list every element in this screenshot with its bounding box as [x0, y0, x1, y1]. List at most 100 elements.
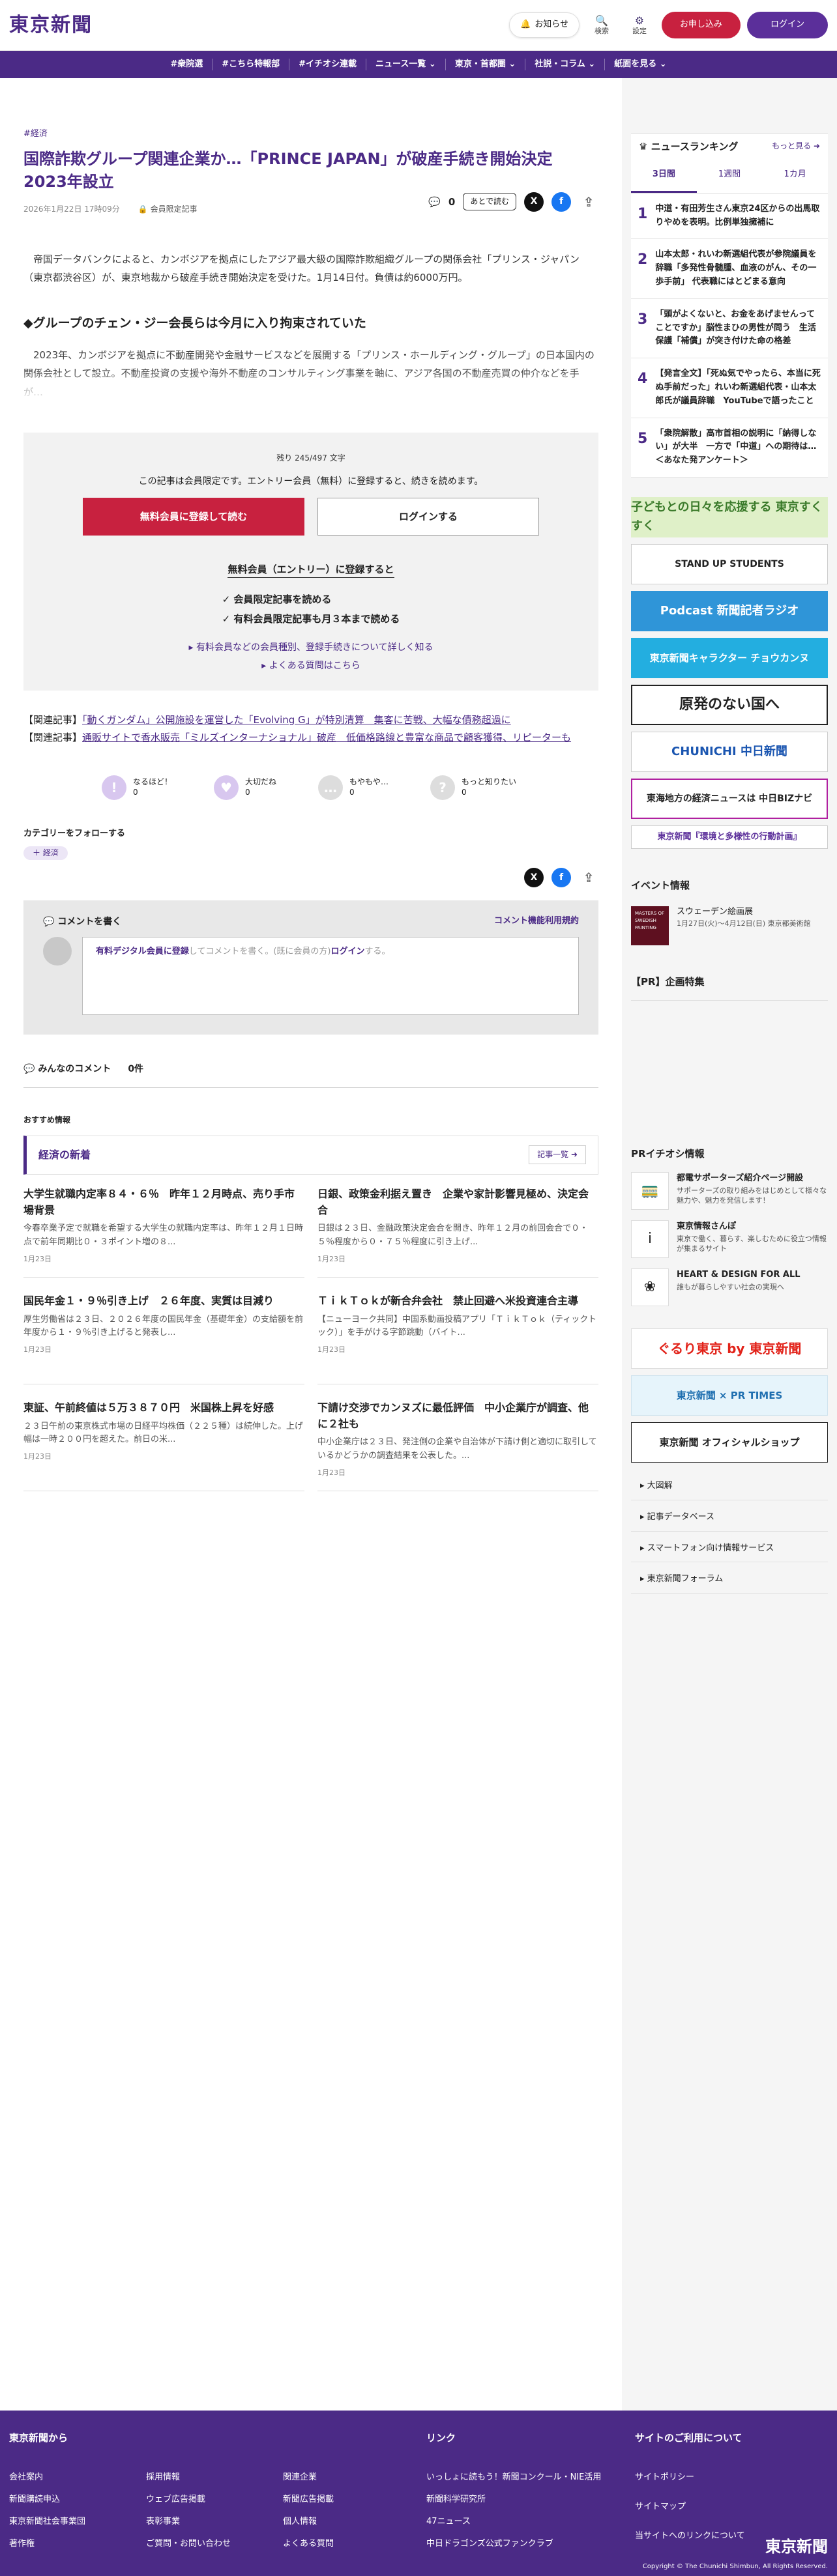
footer-link[interactable]: 関連企業: [283, 2468, 400, 2487]
news-card[interactable]: 下請け交渉でカンヌズに最低評価 中小企業庁が調査、他に２社も 中小企業庁は２３日、…: [317, 1400, 598, 1491]
banner-chokanu[interactable]: 東京新聞キャラクター チョウカンヌ: [631, 637, 828, 678]
ranking-item[interactable]: 1 中道・有田芳生さん東京24区からの出馬取りやめを表明。比例単独擁補に: [631, 193, 828, 240]
footer-link[interactable]: 中日ドラゴンズ公式ファンクラブ: [426, 2534, 622, 2554]
comment-login-link[interactable]: ログイン: [331, 947, 365, 956]
x-share-icon[interactable]: X: [524, 867, 544, 887]
footer-link[interactable]: サイトポリシー: [635, 2468, 817, 2495]
side-link[interactable]: ▸ 大図解: [631, 1473, 828, 1500]
news-card[interactable]: 国民年金１・９％引き上げ ２６年度、実質は目減り 厚生労働省は２３日、２０２６年度…: [23, 1293, 304, 1384]
news-card[interactable]: ＴｉｋＴｏｋが新合弁会社 禁止回避へ米投資連合主導 【ニューヨーク共同】中国系動画…: [317, 1293, 598, 1384]
footer-link[interactable]: いっしょに読もう！新聞コンクール・NIE活用: [426, 2468, 622, 2487]
footer-link[interactable]: ウェブ広告掲載: [146, 2490, 263, 2510]
footer-link[interactable]: 表彰事業: [146, 2512, 263, 2532]
settings-button[interactable]: ⚙ 設定: [624, 14, 655, 35]
tab-3days[interactable]: 3日間: [631, 159, 697, 193]
apply-button[interactable]: お申し込み: [661, 12, 741, 38]
footer-link[interactable]: 新聞広告掲載: [283, 2490, 400, 2510]
tab-1month[interactable]: 1カ月: [762, 159, 828, 193]
bell-icon: 🔔: [520, 20, 531, 30]
nav-item-news-list[interactable]: ニュース一覧 ⌄: [366, 59, 446, 70]
banner-pr-times[interactable]: 東京新聞 × PR TIMES: [631, 1375, 828, 1416]
ranking-item[interactable]: 5 「衆院解散」高市首相の説明に「納得しない」が大半 一方で「中道」への期待は…＜…: [631, 418, 828, 478]
banner-podcast[interactable]: Podcast 新聞記者ラジオ: [631, 590, 828, 631]
footer-logo[interactable]: 東京新聞: [765, 2534, 828, 2559]
banner-official-shop[interactable]: 東京新聞 オフィシャルショップ: [631, 1422, 828, 1463]
nav-item-paper[interactable]: 紙面を見る ⌄: [605, 59, 675, 70]
notification-button[interactable]: 🔔 お知らせ: [509, 12, 580, 38]
news-date: 1月23日: [317, 1468, 345, 1477]
ranking-item-title: 「頭がよくないと、お金をあげませんってことですか」脳性まひの男性が問う 生活保護…: [655, 309, 816, 347]
pr-item[interactable]: 🚃 都電サポーターズ紹介ページ開設 サポーターズの取り組みをはじめとして様々な魅力や…: [631, 1171, 828, 1210]
pr-item[interactable]: ❀ HEART & DESIGN FOR ALL 誰もが暮らしやすい社会の実現へ: [631, 1268, 828, 1306]
related-articles: 【関連記事】「動くガンダム」公開施設を運営した「Evolving G」が特別清算…: [23, 711, 598, 747]
ranking-item[interactable]: 3 「頭がよくないと、お金をあげませんってことですか」脳性まひの男性が問う 生活保…: [631, 298, 828, 359]
banner-diversity[interactable]: 東京新聞『環境と多様性の行動計画』: [631, 825, 828, 849]
comment-rules-link[interactable]: コメント機能利用規約: [494, 915, 579, 929]
side-link[interactable]: ▸ 東京新聞フォーラム: [631, 1566, 828, 1594]
side-link[interactable]: ▸ 記事データベース: [631, 1504, 828, 1532]
banner-stand-up-students[interactable]: STAND UP STUDENTS: [631, 543, 828, 584]
news-card[interactable]: 東証、午前終値は５万３８７０円 米国株上昇を好感 ２３日午前の東京株式市場の日経平…: [23, 1400, 304, 1491]
footer-link[interactable]: 新聞科学研究所: [426, 2490, 622, 2510]
read-later-button[interactable]: あとで読む: [463, 192, 516, 211]
site-logo[interactable]: 東京新聞: [9, 10, 93, 41]
news-title: 下請け交渉でカンヌズに最低評価 中小企業庁が調査、他に２社も: [317, 1401, 589, 1430]
footer-link[interactable]: 新聞購読申込: [9, 2490, 126, 2510]
x-share-icon[interactable]: X: [524, 192, 544, 212]
category-tag[interactable]: #経済: [23, 129, 48, 139]
follow-category-chip[interactable]: ＋ 経済: [23, 846, 68, 860]
footer-link[interactable]: 47ニュース: [426, 2512, 622, 2532]
pr-item[interactable]: i 東京情報さんぽ 東京で働く、暮らす、楽しむために役立つ情報が集まるサイト: [631, 1220, 828, 1258]
reaction-shiritai[interactable]: ? もっと知りたい 0: [430, 775, 516, 800]
share-icon[interactable]: ⇪: [579, 192, 598, 212]
footer-link[interactable]: よくある質問: [283, 2534, 400, 2554]
facebook-share-icon[interactable]: f: [551, 192, 571, 212]
ranking-item[interactable]: 2 山本太郎・れいわ新選組代表が参院議員を辞職「多発性骨髄腫、血液のがん、その一歩…: [631, 239, 828, 299]
comment-textarea[interactable]: 有料デジタル会員に登録してコメントを書く。(既に会員の方)ログインする。: [82, 937, 579, 1016]
banner-gururi-tokyo[interactable]: ぐるり東京 by 東京新聞: [631, 1328, 828, 1369]
footer-link[interactable]: 採用情報: [146, 2468, 263, 2487]
footer-link[interactable]: 会社案内: [9, 2468, 126, 2487]
footer-link[interactable]: 著作権: [9, 2534, 126, 2554]
nav-item-series[interactable]: #イチオシ連載: [289, 59, 367, 70]
reaction-taisetsu[interactable]: ♥ 大切だね 0: [214, 775, 276, 800]
membership-info-link[interactable]: ▸ 有料会員などの会員種別、登録手続きについて詳しく知る: [23, 640, 598, 655]
login-button[interactable]: ログイン: [746, 12, 828, 38]
reaction-moyamoya[interactable]: … もやもや… 0: [318, 775, 389, 800]
paywall-login-button[interactable]: ログインする: [317, 498, 539, 536]
faq-link[interactable]: ▸ よくある質問はこちら: [23, 659, 598, 673]
footer-link[interactable]: 東京新聞社会事業団: [9, 2512, 126, 2532]
related-article-link[interactable]: 「動くガンダム」公開施設を運営した「Evolving G」が特別清算 集客に苦戦…: [82, 714, 511, 726]
banner-chunichi[interactable]: CHUNICHI 中日新聞: [631, 731, 828, 772]
footer-link[interactable]: 個人情報: [283, 2512, 400, 2532]
footer-link[interactable]: ご質問・お問い合わせ: [146, 2534, 263, 2554]
ranking-more-link[interactable]: もっと見る ➜: [772, 140, 820, 152]
footer-col-tokyo: 東京新聞から: [9, 2430, 426, 2446]
article-list-link[interactable]: 記事一覧 ➜: [529, 1145, 586, 1165]
follow-heading: カテゴリーをフォローする: [23, 828, 126, 838]
news-card[interactable]: 大学生就職内定率８４・６％ 昨年１２月時点、売り手市場背景 今春卒業予定で就職を希…: [23, 1186, 304, 1278]
nav-item-editorial[interactable]: 社説・コラム ⌄: [525, 59, 606, 70]
facebook-share-icon[interactable]: f: [551, 867, 571, 887]
side-link[interactable]: ▸ スマートフォン向け情報サービス: [631, 1536, 828, 1563]
share-icon[interactable]: ⇪: [579, 868, 598, 887]
banner-no-nuclear[interactable]: 原発のない国へ: [631, 684, 828, 725]
event-item[interactable]: MASTERS OF SWEDISH PAINTING スウェーデン絵画展 1月2…: [631, 906, 828, 945]
nav-item-tokuho[interactable]: #こちら特報部: [213, 59, 290, 70]
banner-sukusuku[interactable]: 子どもとの日々を応援する 東京すくすく: [631, 496, 828, 537]
footer-link[interactable]: サイトマップ: [635, 2497, 817, 2524]
news-card[interactable]: 日銀、政策金利据え置き 企業や家計影響見極め、決定会合 日銀は２３日、金融政策決定…: [317, 1186, 598, 1278]
section-header-economy: 経済の新着 記事一覧 ➜: [23, 1135, 598, 1175]
related-article-link[interactable]: 通販サイトで香水販売「ミルズインターナショナル」破産 低価格路線と豊富な商品で顧…: [82, 732, 571, 743]
nav-item-tokyo[interactable]: 東京・首都圏 ⌄: [446, 59, 526, 70]
reaction-naruhodo[interactable]: ! なるほど！ 0: [102, 775, 172, 800]
ranking-item[interactable]: 4 【発言全文】「死ぬ気でやったら、本当に死ぬ手前だった」れいわ新選組代表・山本太…: [631, 358, 828, 418]
tab-1week[interactable]: 1週間: [697, 159, 763, 193]
chevron-right-icon: ▸: [640, 1480, 647, 1491]
nav-item-election[interactable]: #衆院選: [161, 59, 213, 70]
register-free-button[interactable]: 無料会員に登録して読む: [83, 498, 304, 536]
banner-biz-navi[interactable]: 東海地方の経済ニュースは 中日BIZナビ: [631, 778, 828, 819]
register-link[interactable]: 有料デジタル会員に登録: [96, 947, 189, 956]
search-button[interactable]: 🔍 検索: [586, 14, 617, 35]
events-heading: イベント情報: [631, 879, 690, 891]
